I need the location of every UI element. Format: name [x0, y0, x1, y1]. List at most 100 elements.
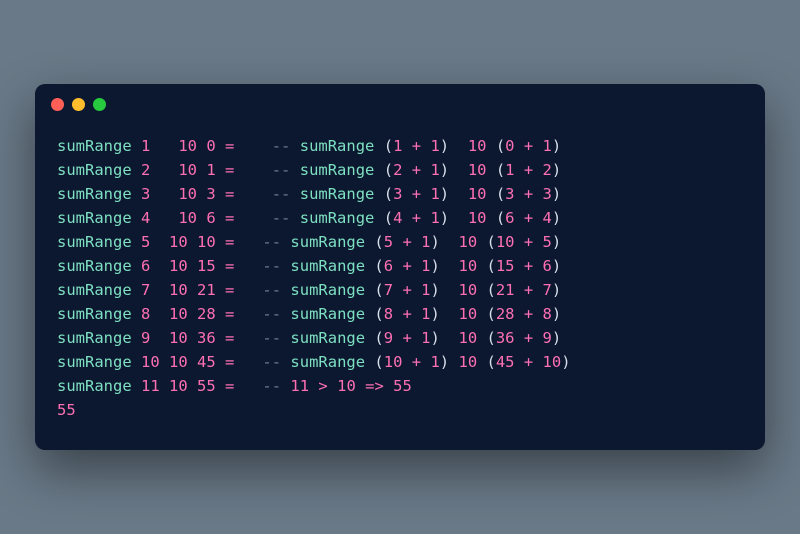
- num: 28: [496, 305, 515, 323]
- paren: ): [430, 257, 439, 275]
- paren: ): [552, 305, 561, 323]
- paren: ): [552, 161, 561, 179]
- equals: =: [225, 377, 234, 395]
- arg: 4: [141, 209, 150, 227]
- num: 10: [468, 137, 487, 155]
- comment-dash: --: [262, 281, 281, 299]
- arg: 1: [206, 161, 215, 179]
- plus: +: [524, 161, 533, 179]
- num: 4: [543, 209, 552, 227]
- fn-name: sumRange: [290, 257, 365, 275]
- equals: =: [225, 305, 234, 323]
- comment-dash: --: [262, 353, 281, 371]
- num: 10: [337, 377, 356, 395]
- code-line: sumRange 9 10 36 = -- sumRange (9 + 1) 1…: [57, 326, 743, 350]
- plus: +: [524, 233, 533, 251]
- num: 7: [384, 281, 393, 299]
- arg: 10: [169, 233, 188, 251]
- plus: +: [402, 281, 411, 299]
- equals: =: [225, 185, 234, 203]
- code-line: sumRange 11 10 55 = -- 11 > 10 => 55: [57, 374, 743, 398]
- num: 0: [505, 137, 514, 155]
- num: 10: [468, 161, 487, 179]
- arg: 10: [169, 281, 188, 299]
- num: 10: [458, 281, 477, 299]
- paren: (: [374, 257, 383, 275]
- num: 2: [543, 161, 552, 179]
- paren: (: [487, 329, 496, 347]
- arg: 55: [197, 377, 216, 395]
- num: 5: [384, 233, 393, 251]
- equals: =: [225, 161, 234, 179]
- comment-dash: --: [262, 257, 281, 275]
- arg: 21: [197, 281, 216, 299]
- fn-name: sumRange: [57, 305, 132, 323]
- arg: 28: [197, 305, 216, 323]
- num: 3: [505, 185, 514, 203]
- arg: 8: [141, 305, 150, 323]
- fn-name: sumRange: [300, 161, 375, 179]
- arg: 3: [206, 185, 215, 203]
- paren: ): [561, 353, 570, 371]
- arg: 9: [141, 329, 150, 347]
- paren: (: [374, 233, 383, 251]
- paren: (: [487, 305, 496, 323]
- num: 8: [543, 305, 552, 323]
- paren: ): [430, 281, 439, 299]
- arg: 10: [169, 329, 188, 347]
- paren: (: [374, 305, 383, 323]
- comment-dash: --: [262, 377, 281, 395]
- close-icon[interactable]: [51, 98, 64, 111]
- paren: ): [552, 233, 561, 251]
- fn-name: sumRange: [57, 233, 132, 251]
- arg: 2: [141, 161, 150, 179]
- paren: ): [430, 305, 439, 323]
- arg: 10: [169, 257, 188, 275]
- num: 6: [543, 257, 552, 275]
- paren: (: [374, 281, 383, 299]
- fn-name: sumRange: [300, 185, 375, 203]
- paren: (: [487, 233, 496, 251]
- arg: 10: [178, 137, 197, 155]
- paren: ): [552, 281, 561, 299]
- arg: 10: [141, 353, 160, 371]
- paren: ): [440, 353, 449, 371]
- code-line: sumRange 4 10 6 = -- sumRange (4 + 1) 10…: [57, 206, 743, 230]
- paren: ): [552, 257, 561, 275]
- maximize-icon[interactable]: [93, 98, 106, 111]
- code-line: sumRange 3 10 3 = -- sumRange (3 + 1) 10…: [57, 182, 743, 206]
- plus: +: [524, 185, 533, 203]
- code-line: sumRange 7 10 21 = -- sumRange (7 + 1) 1…: [57, 278, 743, 302]
- num: 10: [458, 329, 477, 347]
- paren: (: [374, 329, 383, 347]
- comment-dash: --: [272, 185, 291, 203]
- num: 4: [393, 209, 402, 227]
- plus: +: [402, 257, 411, 275]
- paren: ): [430, 233, 439, 251]
- plus: +: [412, 185, 421, 203]
- num: 10: [458, 305, 477, 323]
- comment-dash: --: [272, 209, 291, 227]
- num: 9: [543, 329, 552, 347]
- code-line: sumRange 8 10 28 = -- sumRange (8 + 1) 1…: [57, 302, 743, 326]
- num: 10: [468, 209, 487, 227]
- equals: =: [225, 281, 234, 299]
- fn-name: sumRange: [57, 329, 132, 347]
- arg: 10: [178, 185, 197, 203]
- result: 55: [57, 401, 76, 419]
- plus: +: [412, 353, 421, 371]
- result-line: 55: [57, 398, 743, 422]
- paren: (: [487, 257, 496, 275]
- num: 11: [290, 377, 309, 395]
- paren: (: [384, 209, 393, 227]
- num: 10: [458, 233, 477, 251]
- num: 10: [458, 257, 477, 275]
- arg: 5: [141, 233, 150, 251]
- paren: (: [384, 161, 393, 179]
- fn-name: sumRange: [290, 353, 365, 371]
- minimize-icon[interactable]: [72, 98, 85, 111]
- num: 2: [393, 161, 402, 179]
- paren: (: [496, 209, 505, 227]
- plus: +: [524, 137, 533, 155]
- arg: 45: [197, 353, 216, 371]
